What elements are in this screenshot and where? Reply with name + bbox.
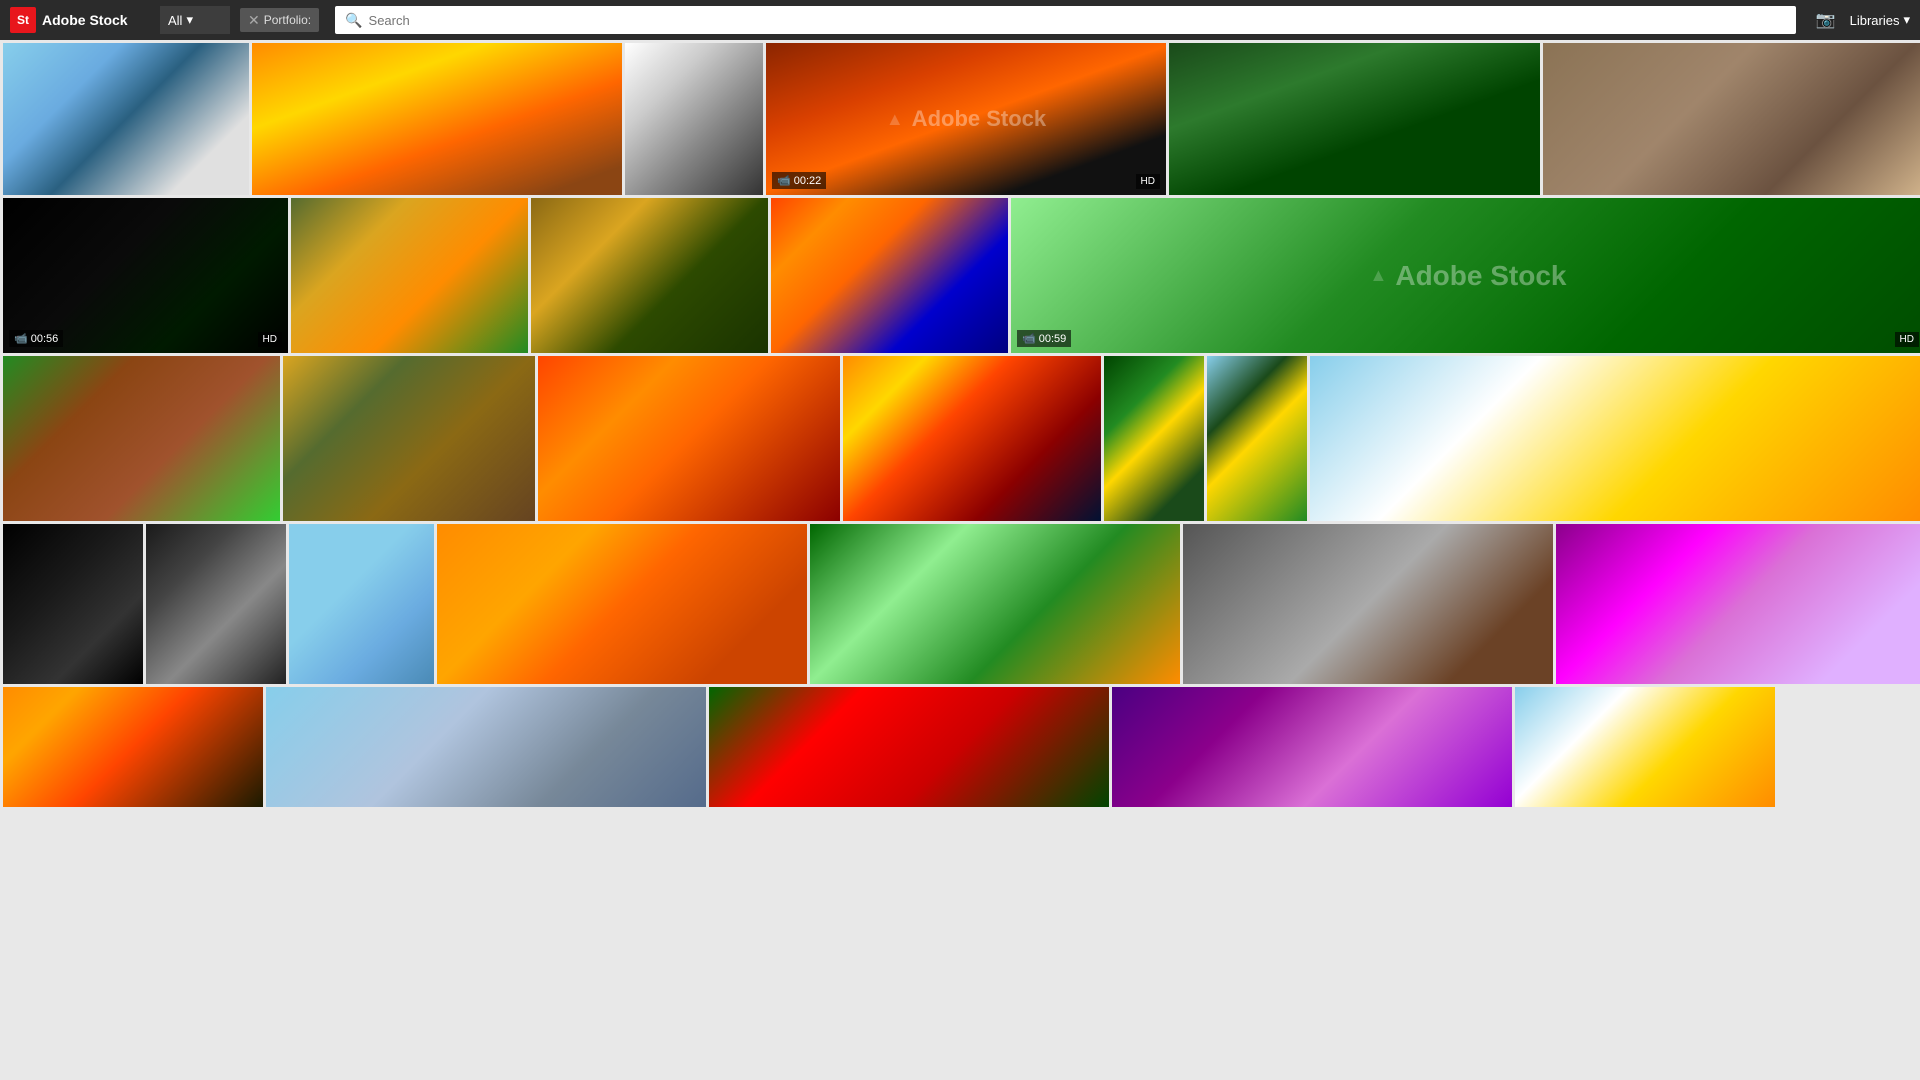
photo-purple-flower[interactable] [1556, 524, 1920, 684]
chevron-down-icon: ▾ [186, 12, 193, 28]
filter-value: All [168, 13, 182, 28]
photo-photographer-sunset[interactable] [538, 356, 840, 521]
video-duration: 00:22 [794, 175, 822, 187]
portfolio-tag: ✕ Portfolio: [240, 8, 319, 32]
video-duration-badge: 📹 00:56 [9, 330, 63, 347]
photo-frog[interactable] [810, 524, 1180, 684]
photo-forest-sun[interactable] [1104, 356, 1204, 521]
video-duration: 00:59 [1039, 333, 1067, 345]
filter-dropdown[interactable]: All ▾ [160, 6, 230, 34]
video-duration-badge: 📹 00:59 [1017, 330, 1071, 347]
watermark: ▲ Adobe Stock [886, 106, 1046, 132]
video-duration: 00:56 [31, 333, 59, 345]
libraries-label: Libraries [1850, 13, 1900, 28]
camera-icon[interactable]: 📷 [1812, 6, 1840, 34]
hd-badge: HD [1895, 332, 1919, 347]
gallery-row-5 [3, 687, 1917, 807]
photo-fire-sky[interactable]: ▲ Adobe Stock 📹 00:22 HD [766, 43, 1166, 195]
photo-autumn-forest[interactable] [291, 198, 528, 353]
logo-area: St Adobe Stock [10, 7, 150, 33]
gallery-row-2: 📹 00:56 HD ▲ Adobe Stock 📹 00:59 HD [3, 198, 1917, 353]
gallery-row-4 [3, 524, 1917, 684]
photo-marsh-sunset[interactable] [843, 356, 1101, 521]
portfolio-label: Portfolio: [264, 13, 311, 27]
video-duration-badge: 📹 00:22 [772, 172, 826, 189]
hd-badge: HD [1136, 174, 1160, 189]
photo-forest-extra[interactable] [1310, 356, 1920, 521]
adobe-stock-logo: St [10, 7, 36, 33]
photo-snail[interactable] [3, 524, 143, 684]
photo-heron[interactable] [289, 524, 434, 684]
photo-bird-branch[interactable] [531, 198, 768, 353]
gallery-row-3 [3, 356, 1917, 521]
photo-green-bug[interactable]: ▲ Adobe Stock 📹 00:59 HD [1011, 198, 1920, 353]
photo-dark-plane[interactable]: 📹 00:56 HD [3, 198, 288, 353]
header-right: 📷 Libraries ▾ [1812, 6, 1910, 34]
photo-foggy-sunset[interactable] [437, 524, 807, 684]
photo-ferris-bw[interactable] [625, 43, 763, 195]
photo-sandhill-cranes[interactable] [1543, 43, 1920, 195]
photo-misty-lake[interactable] [266, 687, 706, 807]
photo-red-flower[interactable] [709, 687, 1109, 807]
photo-forest-path[interactable] [1169, 43, 1540, 195]
photo-shells[interactable] [146, 524, 286, 684]
watermark: ▲ Adobe Stock [1370, 260, 1567, 292]
photo-cloud-sky[interactable] [1515, 687, 1775, 807]
app-title: Adobe Stock [42, 12, 128, 28]
photo-horse-foal[interactable] [3, 356, 280, 521]
search-bar[interactable]: 🔍 [335, 6, 1796, 34]
gallery: ▲ Adobe Stock 📹 00:22 HD 📹 00:56 HD [0, 40, 1920, 1080]
gallery-row-1: ▲ Adobe Stock 📹 00:22 HD [3, 43, 1917, 195]
photo-sunset-trees-2[interactable] [3, 687, 263, 807]
photo-deer-autumn[interactable] [283, 356, 535, 521]
hd-badge: HD [258, 332, 282, 347]
search-input[interactable] [369, 13, 1786, 28]
photo-ferris-wheel[interactable] [3, 43, 249, 195]
libraries-button[interactable]: Libraries ▾ [1850, 12, 1910, 28]
video-camera-icon: 📹 [14, 332, 28, 345]
photo-sunset-water[interactable] [771, 198, 1008, 353]
photo-purple-sky[interactable] [1112, 687, 1512, 807]
search-icon: 🔍 [345, 12, 362, 29]
chevron-down-icon: ▾ [1903, 12, 1910, 28]
photo-waterfall[interactable] [1183, 524, 1553, 684]
photo-forest-tall[interactable] [1207, 356, 1307, 521]
video-camera-icon: 📹 [777, 174, 791, 187]
header: St Adobe Stock All ▾ ✕ Portfolio: 🔍 📷 Li… [0, 0, 1920, 40]
video-camera-icon: 📹 [1022, 332, 1036, 345]
photo-sunset-trees[interactable] [252, 43, 622, 195]
close-icon[interactable]: ✕ [248, 12, 260, 29]
